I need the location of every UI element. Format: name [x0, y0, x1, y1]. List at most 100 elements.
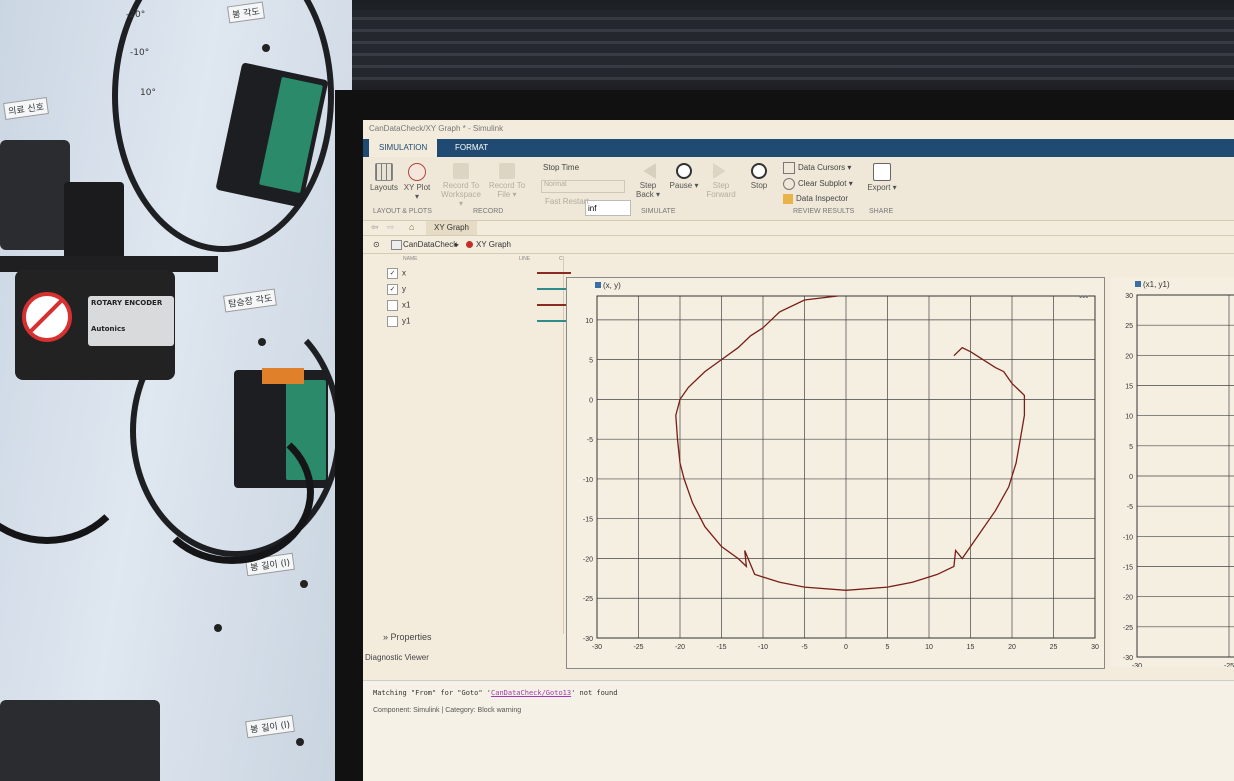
signal-name: y1	[402, 316, 411, 326]
screw	[258, 338, 266, 346]
xy-plot-label: XY Plot ▾	[403, 183, 431, 201]
encoder-mount	[0, 140, 70, 250]
home-icon[interactable]: ⌂	[409, 222, 414, 232]
signal-row-x1[interactable]: x1	[387, 300, 410, 311]
x-tick-label: -30	[1132, 663, 1142, 667]
y-tick-label: -25	[583, 596, 593, 603]
warning-message: Matching "From" for "Goto" 'CanDataCheck…	[373, 689, 617, 697]
y-tick-label: -10	[583, 477, 593, 484]
clear-subplot-label: Clear Subplot ▾	[798, 179, 853, 189]
background-blinds	[330, 10, 1234, 80]
data-inspector-button[interactable]: Data Inspector	[783, 194, 848, 204]
x-tick-label: -20	[675, 644, 685, 651]
signal-row-y1[interactable]: y1	[387, 316, 410, 327]
record-file-icon	[499, 163, 515, 179]
layouts-button[interactable]: Layouts	[369, 163, 399, 192]
xy-plot-main[interactable]: (x, y) -30 -25 -20 -15 -10 -5 0 5 10 15 20 25 30 10 5 0 -…	[566, 277, 1105, 669]
y-tick-label: 30	[1125, 293, 1133, 300]
stop-time-input[interactable]	[585, 200, 631, 216]
export-button[interactable]: Export ▾	[867, 163, 897, 192]
breadcrumb-root[interactable]: CanDataCheck	[403, 240, 457, 249]
group-label-review: REVIEW RESULTS	[793, 208, 855, 215]
y-tick-label: 10	[585, 318, 593, 325]
y-tick-label: -15	[583, 517, 593, 524]
step-forward-icon	[713, 163, 726, 179]
x-tick-label: 20	[1008, 644, 1016, 651]
y-tick-label: -20	[583, 556, 593, 563]
record-file-button[interactable]: Record To File ▾	[487, 163, 527, 199]
group-label-record: RECORD	[473, 208, 504, 215]
group-label-share: SHARE	[869, 208, 894, 215]
fast-restart-toggle[interactable]: Fast Restart	[545, 197, 589, 206]
x-tick-label: 15	[967, 644, 975, 651]
x-tick-label: 0	[844, 644, 848, 651]
expand-icon: »	[383, 632, 389, 642]
forward-arrow-icon[interactable]: ⇨	[387, 222, 395, 233]
record-workspace-button[interactable]: Record To Workspace ▾	[439, 163, 483, 208]
label-signal: 의료 신호	[3, 97, 49, 120]
bottom-device	[0, 700, 160, 781]
y-tick-label: -30	[1123, 655, 1133, 662]
signal-row-y[interactable]: ✓ y	[387, 284, 406, 295]
pause-button[interactable]: Pause ▾	[669, 163, 699, 190]
stop-button[interactable]: Stop	[745, 163, 773, 190]
layouts-label: Layouts	[369, 183, 399, 192]
record-workspace-label: Record To Workspace ▾	[441, 181, 481, 208]
back-arrow-icon[interactable]: ⇦	[371, 222, 379, 233]
y-tick-label: -5	[1127, 504, 1133, 511]
xy-plot-svg-2: (x1, y1)-30-25-20302520151050-5-10-15-20…	[1123, 280, 1234, 670]
record-workspace-icon	[453, 163, 469, 179]
export-label: Export ▾	[867, 183, 897, 192]
collapse-icon[interactable]: ⊙	[373, 240, 380, 249]
stop-label: Stop	[750, 181, 768, 190]
cursor-icon	[783, 162, 795, 174]
properties-panel-header[interactable]: » Properties	[383, 632, 432, 642]
tab-format[interactable]: FORMAT	[445, 139, 498, 157]
checkbox[interactable]: ✓	[387, 284, 398, 295]
more-options-icon[interactable]: •••	[1079, 292, 1088, 302]
x-tick-label: -25	[633, 644, 643, 651]
clear-icon	[783, 178, 795, 190]
tab-simulation[interactable]: SIMULATION	[369, 139, 438, 157]
trainer-panel: 봉 각도 탐승장 각도 봉 길이 (l) 봉 길이 (l) 의료 신호 -20°…	[0, 0, 352, 781]
pause-icon	[676, 163, 692, 179]
screw	[214, 624, 222, 632]
tab-xy-graph[interactable]: XY Graph	[426, 221, 477, 235]
y-tick-label: -25	[1123, 625, 1133, 632]
layouts-icon	[375, 163, 393, 181]
step-forward-button[interactable]: Step Forward	[705, 163, 737, 199]
step-back-button[interactable]: Step Back ▾	[633, 163, 663, 199]
breadcrumb-leaf[interactable]: XY Graph	[476, 240, 511, 249]
simulink-window: CanDataCheck/XY Graph * - Simulink SIMUL…	[363, 120, 1234, 781]
xy-plot-button[interactable]: XY Plot ▾	[403, 163, 431, 201]
xy-plot-secondary[interactable]: (x1, y1)-30-25-20302520151050-5-10-15-20…	[1111, 277, 1234, 670]
data-cursors-button[interactable]: Data Cursors ▾	[783, 162, 851, 174]
signal-row-x[interactable]: ✓ x	[387, 268, 406, 279]
ribbon-toolstrip: Layouts XY Plot ▾ Record To Workspace ▾ …	[363, 157, 1234, 221]
goto-block-link[interactable]: CanDataCheck/Goto13	[491, 689, 571, 697]
export-icon	[873, 163, 891, 181]
xy-graph-icon	[466, 241, 473, 248]
x-tick-label: -15	[716, 644, 726, 651]
x-tick-label: 25	[1050, 644, 1058, 651]
y-tick-label: -20	[1123, 595, 1133, 602]
encoder-cable	[0, 380, 134, 544]
checkbox[interactable]	[387, 316, 398, 327]
clear-subplot-button[interactable]: Clear Subplot ▾	[783, 178, 853, 190]
data-cursors-label: Data Cursors ▾	[798, 163, 852, 173]
x-tick-label: -5	[801, 644, 807, 651]
checkbox[interactable]: ✓	[387, 268, 398, 279]
label-platform-angle: 탐승장 각도	[223, 288, 278, 313]
checkbox[interactable]	[387, 300, 398, 311]
encoder-shaft-coupler	[64, 182, 124, 262]
nav-bar: ⇦ ⇨ ⌂	[363, 221, 1234, 236]
simulation-mode-select[interactable]: Normal	[541, 180, 625, 193]
record-file-label: Record To File ▾	[488, 181, 526, 199]
y-tick-label: 25	[1125, 323, 1133, 330]
col-line: LINE	[519, 256, 531, 262]
y-tick-label: 0	[1129, 474, 1133, 481]
scale-tick: -20°	[126, 10, 146, 20]
diagnostic-viewer-label[interactable]: Diagnostic Viewer	[365, 653, 429, 662]
line-swatch[interactable]	[537, 272, 571, 274]
col-c: C	[559, 256, 563, 262]
